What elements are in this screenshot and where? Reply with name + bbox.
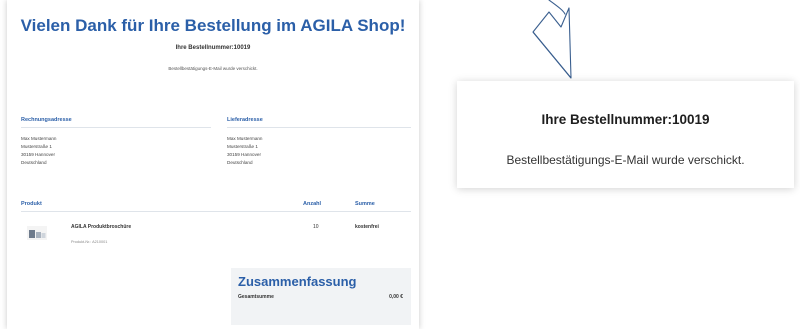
order-confirmation-card: Vielen Dank für Ihre Bestellung im AGILA… bbox=[7, 0, 419, 329]
zoom-mail-sent-notice: Bestellbestätigungs-E-Mail wurde verschi… bbox=[506, 153, 745, 167]
shipping-line: Max Mustermann bbox=[227, 136, 263, 141]
summary-title: Zusammenfassung bbox=[238, 274, 357, 289]
shipping-address-heading: Lieferadresse bbox=[227, 117, 263, 123]
mail-sent-notice: Bestellbestätigungs-E-Mail wurde verschi… bbox=[168, 66, 258, 71]
page-headline: Vielen Dank für Ihre Bestellung im AGILA… bbox=[20, 16, 406, 35]
product-name[interactable]: AGILA Produktbroschüre bbox=[71, 224, 131, 230]
product-table-divider bbox=[21, 211, 411, 212]
column-header-quantity: Anzahl bbox=[303, 201, 322, 207]
product-quantity: 10 bbox=[313, 224, 319, 230]
column-header-product: Produkt bbox=[21, 201, 42, 207]
billing-address: Max Mustermann Musterstraße 1 30159 Hann… bbox=[21, 135, 57, 167]
product-sum: kostenfrei bbox=[355, 224, 379, 230]
billing-line: Deutschland bbox=[21, 160, 47, 165]
column-header-sum: Summe bbox=[355, 201, 375, 207]
billing-address-heading: Rechnungsadresse bbox=[21, 117, 72, 123]
billing-line: Musterstraße 1 bbox=[21, 144, 52, 149]
billing-line: 30159 Hannover bbox=[21, 152, 55, 157]
billing-line: Max Mustermann bbox=[21, 136, 57, 141]
order-number: Ihre Bestellnummer:10019 bbox=[175, 45, 251, 51]
shipping-address: Max Mustermann Musterstraße 1 30159 Hann… bbox=[227, 135, 263, 167]
shipping-line: Musterstraße 1 bbox=[227, 144, 258, 149]
product-sku: Produkt-Nr.: A210001 bbox=[71, 240, 108, 244]
shipping-line: 30159 Hannover bbox=[227, 152, 261, 157]
shipping-divider bbox=[227, 127, 411, 128]
product-thumbnail-icon bbox=[27, 226, 47, 240]
hand-drawn-arrow-icon bbox=[532, 0, 572, 79]
total-value: 0,00 € bbox=[389, 294, 403, 300]
total-label: Gesamtsumme bbox=[238, 294, 274, 300]
order-summary: Zusammenfassung Gesamtsumme 0,00 € bbox=[231, 268, 411, 325]
zoom-order-number: Ihre Bestellnummer:10019 bbox=[541, 112, 710, 127]
billing-divider bbox=[21, 127, 211, 128]
shipping-line: Deutschland bbox=[227, 160, 253, 165]
zoom-detail-panel: Ihre Bestellnummer:10019 Bestellbestätig… bbox=[457, 81, 794, 188]
